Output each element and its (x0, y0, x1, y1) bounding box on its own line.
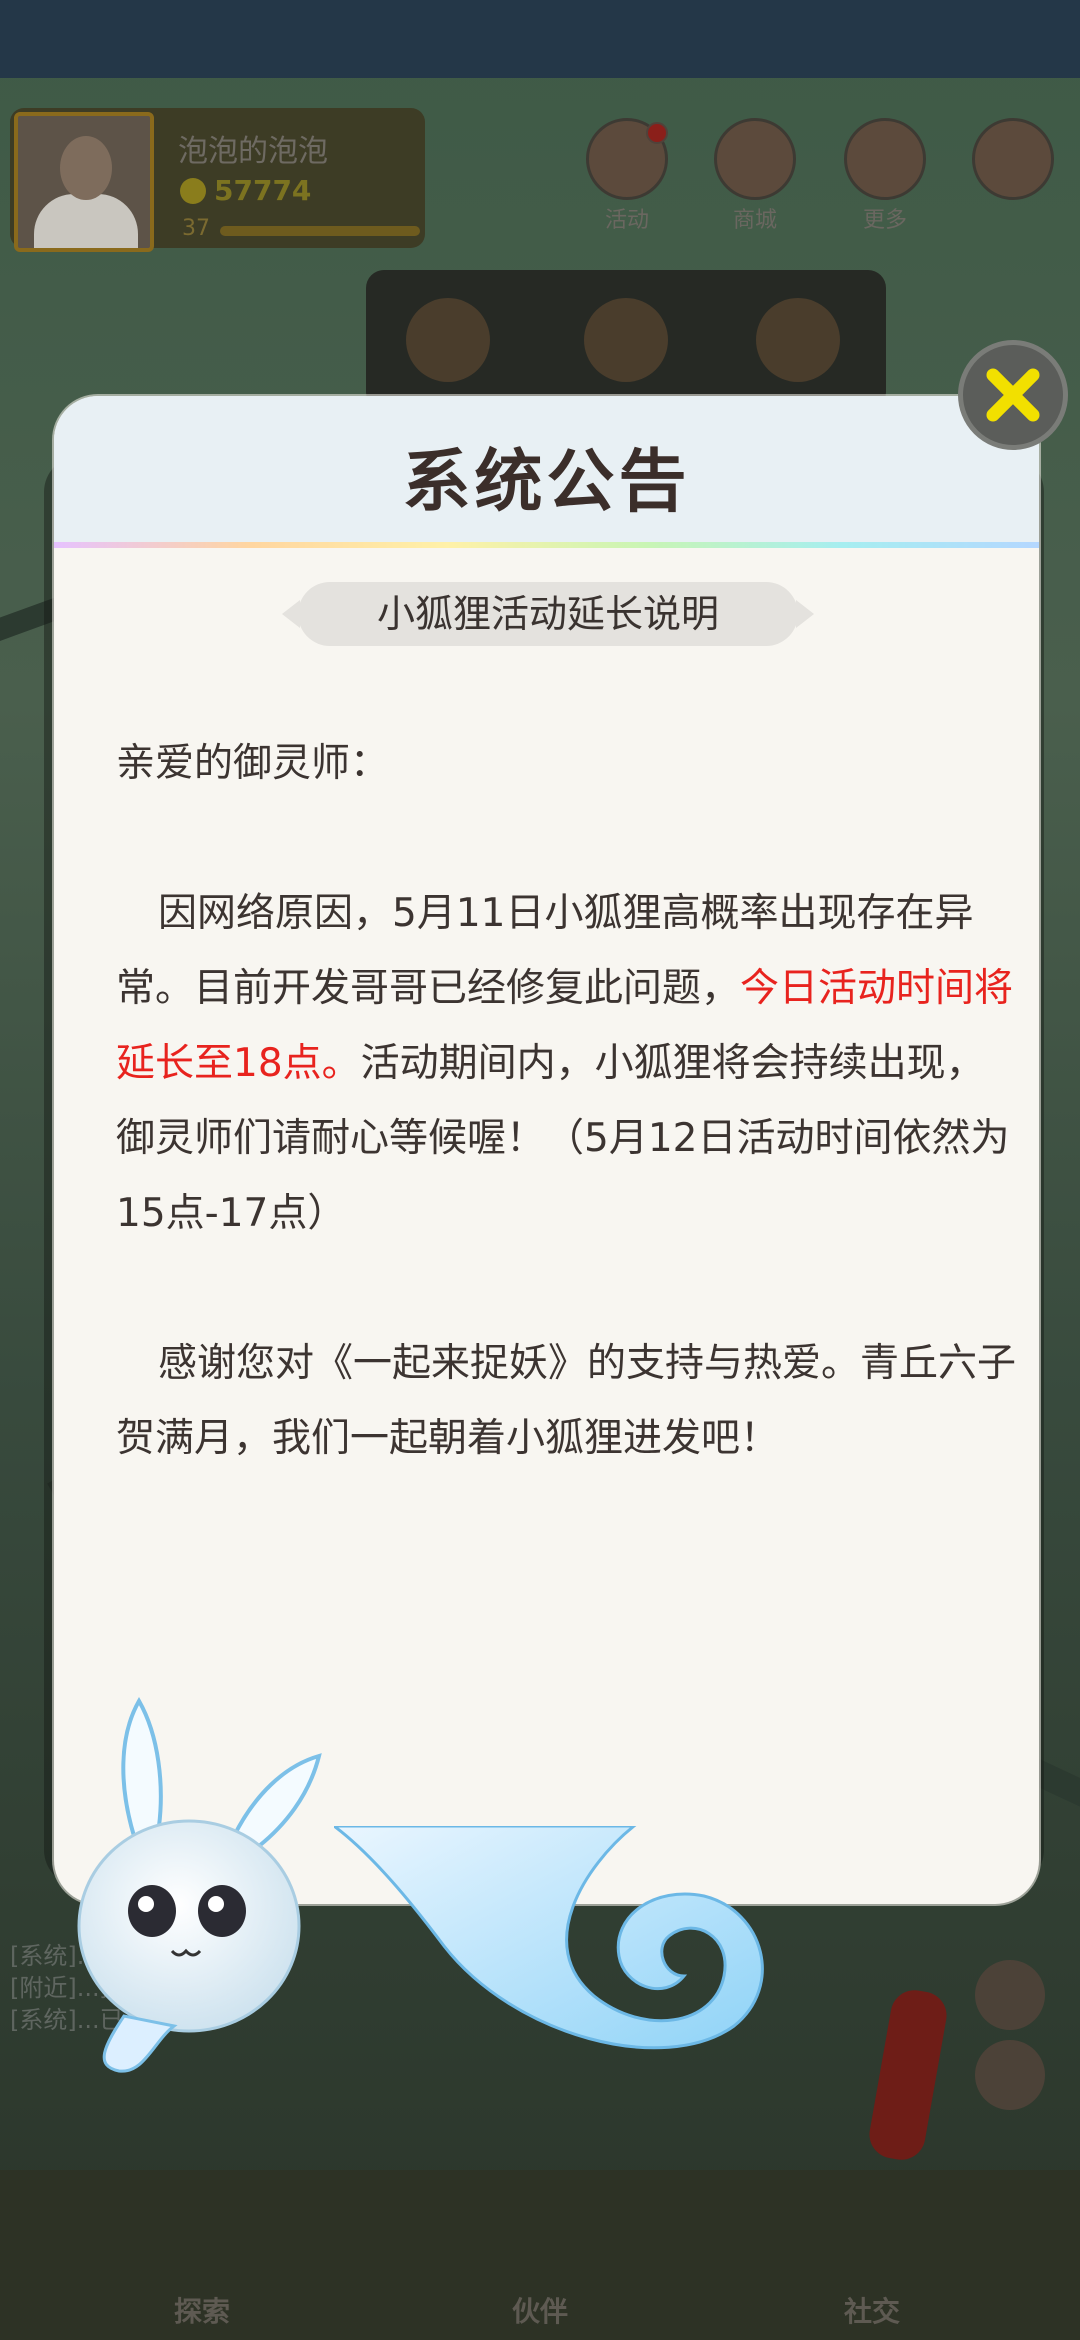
megaphone-icon[interactable] (406, 298, 490, 382)
notice-content: 亲爱的御灵师： 因网络原因，5月11日小狐狸高概率出现存在异常。目前开发哥哥已经… (116, 726, 1016, 1476)
dialog-title: 系统公告 (402, 443, 691, 522)
notice-paragraph-1: 因网络原因，5月11日小狐狸高概率出现存在异常。目前开发哥哥已经修复此问题，今日… (116, 876, 1016, 1251)
greeting-text: 亲爱的御灵师： (116, 741, 390, 786)
shop-button[interactable]: 商城 (712, 118, 798, 234)
coin-value: 57774 (214, 174, 312, 207)
announcement-dialog: 系统公告 小狐狸活动延长说明 亲爱的御灵师： 因网络原因，5月11日小狐狸高概率… (44, 340, 1068, 2073)
balloon-icon[interactable] (756, 298, 840, 382)
event-badge-icon[interactable] (584, 298, 668, 382)
close-button[interactable] (958, 340, 1068, 450)
tab-explore[interactable]: 探索 (174, 2290, 230, 2330)
close-x-icon (986, 368, 1040, 422)
shop-label: 商城 (732, 208, 777, 233)
notice-paragraph-2: 感谢您对《一起来捉妖》的支持与热爱。青丘六子贺满月，我们一起朝着小狐狸进发吧！ (116, 1341, 1017, 1461)
tab-partner[interactable]: 伙伴 (512, 2290, 568, 2330)
rainbow-divider (54, 542, 1039, 548)
activity-submenu-panel (366, 270, 886, 410)
side-avatar-icon[interactable] (975, 2040, 1045, 2110)
player-profile-card[interactable]: 泡泡的泡泡 57774 37 (10, 108, 425, 252)
shop-icon (714, 118, 796, 200)
player-name: 泡泡的泡泡 (178, 134, 328, 169)
more-button[interactable]: 更多 (842, 118, 928, 234)
dialog-body: 系统公告 小狐狸活动延长说明 亲爱的御灵师： 因网络原因，5月11日小狐狸高概率… (54, 396, 1039, 1904)
bottom-navigation: 探索 伙伴 社交 (0, 2170, 1080, 2340)
status-bar-area (0, 0, 1080, 78)
notification-dot (646, 122, 668, 144)
side-avatar-icon[interactable] (975, 1960, 1045, 2030)
activity-label: 活动 (604, 208, 649, 233)
tab-social[interactable]: 社交 (844, 2290, 900, 2330)
player-level: 37 (182, 216, 210, 241)
level-progress-bar (220, 226, 420, 236)
ghost-tail-decoration (334, 1826, 764, 2050)
notice-subtitle: 小狐狸活动延长说明 (282, 582, 814, 646)
radar-icon (972, 118, 1054, 200)
more-label: 更多 (862, 208, 907, 233)
player-avatar[interactable] (14, 112, 154, 252)
radar-button[interactable] (970, 118, 1056, 200)
grid-icon (844, 118, 926, 200)
fox-spirit-mascot-icon (77, 1696, 322, 2073)
coin-count: 57774 (180, 174, 311, 207)
coin-icon (180, 177, 206, 204)
